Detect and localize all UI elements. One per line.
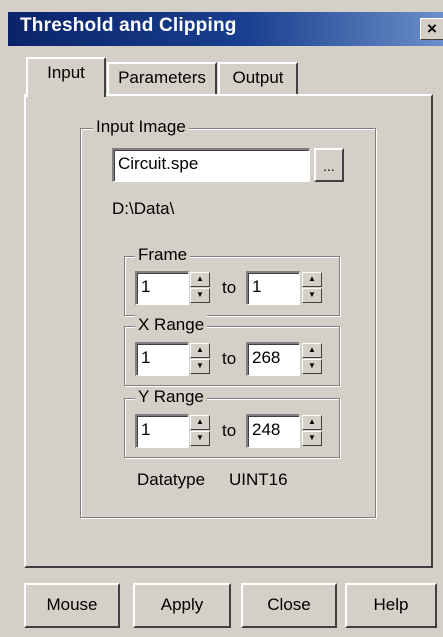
- close-button[interactable]: Close: [241, 583, 337, 628]
- x-range-from-input[interactable]: 1: [135, 342, 189, 376]
- y-range-from-stepper[interactable]: ▲ ▼: [190, 415, 210, 447]
- frame-from-input[interactable]: 1: [135, 271, 189, 305]
- title-bar: Threshold and Clipping ×: [8, 12, 443, 46]
- frame-group-label: Frame: [135, 245, 191, 265]
- tab-output[interactable]: Output: [218, 62, 298, 95]
- threshold-clipping-dialog: Threshold and Clipping × Input Parameter…: [0, 0, 443, 637]
- frame-from-stepper[interactable]: ▲ ▼: [190, 272, 210, 304]
- down-arrow-icon[interactable]: ▼: [302, 288, 322, 303]
- frame-to-input[interactable]: 1: [246, 271, 300, 305]
- down-arrow-icon[interactable]: ▼: [302, 359, 322, 374]
- help-button[interactable]: Help: [345, 583, 437, 628]
- datatype-label: Datatype: [137, 470, 206, 489]
- x-range-to-label: to: [222, 349, 237, 368]
- down-arrow-icon[interactable]: ▼: [190, 359, 210, 374]
- down-arrow-icon[interactable]: ▼: [190, 288, 210, 303]
- x-range-to-input[interactable]: 268: [246, 342, 300, 376]
- x-range-from-stepper[interactable]: ▲ ▼: [190, 343, 210, 375]
- mouse-button[interactable]: Mouse: [24, 583, 120, 628]
- y-range-from-input[interactable]: 1: [135, 414, 189, 448]
- frame-to-label: to: [222, 278, 237, 297]
- up-arrow-icon[interactable]: ▲: [302, 272, 322, 287]
- y-range-group-label: Y Range: [135, 387, 207, 407]
- close-icon: ×: [427, 19, 437, 38]
- close-window-button[interactable]: ×: [420, 18, 443, 40]
- up-arrow-icon[interactable]: ▲: [190, 415, 210, 430]
- x-range-to-stepper[interactable]: ▲ ▼: [302, 343, 322, 375]
- y-range-to-input[interactable]: 248: [246, 414, 300, 448]
- up-arrow-icon[interactable]: ▲: [302, 415, 322, 430]
- window-title: Threshold and Clipping: [20, 15, 237, 36]
- down-arrow-icon[interactable]: ▼: [190, 431, 210, 446]
- tab-input[interactable]: Input: [26, 57, 106, 97]
- up-arrow-icon[interactable]: ▲: [190, 272, 210, 287]
- up-arrow-icon[interactable]: ▲: [190, 343, 210, 358]
- input-image-group-label: Input Image: [93, 117, 189, 137]
- input-path-text: D:\Data\: [112, 199, 175, 218]
- x-range-group-label: X Range: [135, 315, 208, 335]
- input-image-group: Input Image: [80, 117, 376, 518]
- frame-to-stepper[interactable]: ▲ ▼: [302, 272, 322, 304]
- y-range-to-label: to: [222, 421, 237, 440]
- tab-parameters[interactable]: Parameters: [107, 62, 217, 95]
- datatype-value: UINT16: [229, 470, 288, 489]
- y-range-to-stepper[interactable]: ▲ ▼: [302, 415, 322, 447]
- up-arrow-icon[interactable]: ▲: [302, 343, 322, 358]
- apply-button[interactable]: Apply: [133, 583, 231, 628]
- input-file-field[interactable]: Circuit.spe: [112, 148, 310, 182]
- down-arrow-icon[interactable]: ▼: [302, 431, 322, 446]
- browse-button[interactable]: ...: [314, 148, 344, 182]
